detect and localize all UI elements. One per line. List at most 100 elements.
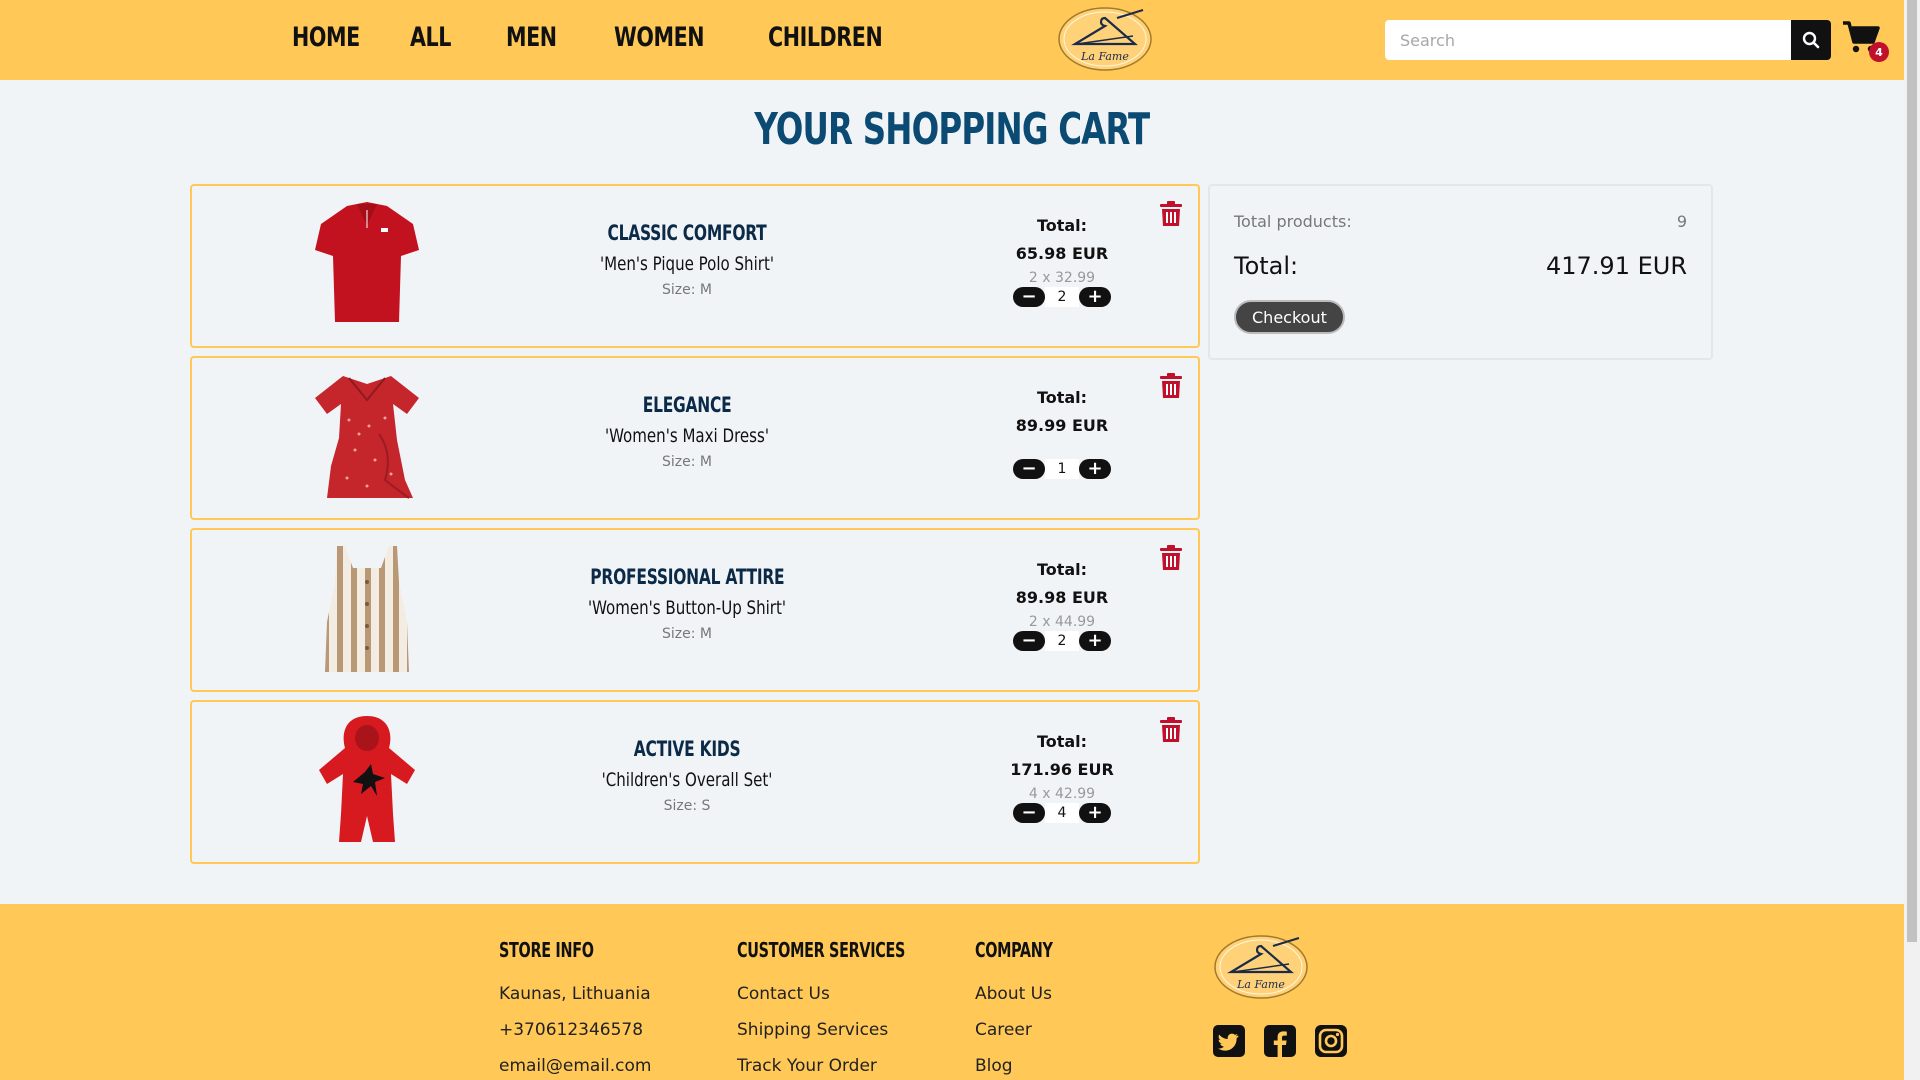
item-total-value: 171.96 EUR <box>1010 760 1114 779</box>
nav-all[interactable]: ALL <box>410 22 451 53</box>
product-image-dress[interactable] <box>309 370 425 502</box>
plus-icon: + <box>1087 286 1103 307</box>
header-logo[interactable]: La Fame <box>1057 6 1153 72</box>
total-products-label: Total products: <box>1234 212 1352 231</box>
item-price: Total: 89.98 EUR 2 x 44.99 − 2 + <box>992 560 1132 651</box>
svg-text:La Fame: La Fame <box>1080 50 1129 63</box>
svg-text:La Fame: La Fame <box>1236 978 1285 991</box>
nav-children[interactable]: CHILDREN <box>768 22 883 53</box>
item-price: Total: 65.98 EUR 2 x 32.99 − 2 + <box>992 216 1132 307</box>
increase-quantity-button[interactable]: + <box>1079 287 1111 307</box>
product-image-striped-shirt[interactable] <box>309 542 425 674</box>
footer-link-about-us[interactable]: About Us <box>975 976 1072 1012</box>
minus-icon: − <box>1021 458 1037 479</box>
footer-link-shipping[interactable]: Shipping Services <box>737 1012 947 1048</box>
page-title: YOUR SHOPPING CART <box>754 104 1150 155</box>
item-brand: Active Kids <box>633 737 741 761</box>
total-products-count: 9 <box>1676 212 1687 231</box>
minus-icon: − <box>1021 630 1037 651</box>
total-products-row: Total products: 9 <box>1234 212 1687 231</box>
item-price: Total: 171.96 EUR 4 x 42.99 − 4 + <box>992 732 1132 823</box>
quantity-value[interactable]: 2 <box>1045 287 1079 307</box>
item-brand: Classic Comfort <box>607 221 767 245</box>
item-name[interactable]: 'Men's Pique Polo Shirt' <box>542 253 832 275</box>
footer-link-blog[interactable]: Blog <box>975 1048 1072 1080</box>
product-image-polo[interactable] <box>309 198 425 330</box>
item-unit-price <box>992 442 1132 458</box>
decrease-quantity-button[interactable]: − <box>1013 459 1045 479</box>
increase-quantity-button[interactable]: + <box>1079 459 1111 479</box>
decrease-quantity-button[interactable]: − <box>1013 631 1045 651</box>
cart-item: Active Kids 'Children's Overall Set' Siz… <box>190 700 1200 864</box>
decrease-quantity-button[interactable]: − <box>1013 287 1045 307</box>
remove-item-button[interactable] <box>1160 717 1182 743</box>
footer-link-contact-us[interactable]: Contact Us <box>737 976 947 1012</box>
social-links <box>1212 1024 1365 1058</box>
footer-address: Kaunas, Lithuania <box>499 984 651 1004</box>
item-unit-price: 2 x 32.99 <box>1028 270 1096 286</box>
quantity-value[interactable]: 1 <box>1045 459 1079 479</box>
increase-quantity-button[interactable]: + <box>1079 803 1111 823</box>
nav-home[interactable]: HOME <box>292 22 360 53</box>
nav-men[interactable]: MEN <box>506 22 557 53</box>
item-unit-price: 4 x 42.99 <box>1028 786 1096 802</box>
cart-count-badge: 4 <box>1869 42 1889 62</box>
logo-hanger-icon: La Fame <box>1214 935 1308 999</box>
footer-heading: Company <box>975 938 1053 962</box>
plus-icon: + <box>1087 630 1103 651</box>
item-details: Professional Attire 'Women's Button-Up S… <box>522 565 852 642</box>
twitter-icon[interactable] <box>1212 1024 1246 1058</box>
item-total-value: 89.99 EUR <box>1015 416 1109 435</box>
cart-item: Elegance 'Women's Maxi Dress' Size: M To… <box>190 356 1200 520</box>
instagram-icon[interactable] <box>1314 1024 1348 1058</box>
item-details: Elegance 'Women's Maxi Dress' Size: M <box>522 393 852 470</box>
search-button[interactable] <box>1791 20 1831 60</box>
minus-icon: − <box>1021 802 1037 823</box>
remove-item-button[interactable] <box>1160 545 1182 571</box>
scrollbar-thumb[interactable] <box>1907 0 1917 942</box>
item-name[interactable]: 'Children's Overall Set' <box>542 769 832 791</box>
search-input[interactable] <box>1385 20 1791 60</box>
trash-icon <box>1160 201 1182 226</box>
facebook-icon[interactable] <box>1263 1024 1297 1058</box>
logo-hanger-icon: La Fame <box>1058 7 1152 71</box>
footer-link-track-order[interactable]: Track Your Order <box>737 1048 947 1080</box>
quantity-value[interactable]: 4 <box>1045 803 1079 823</box>
item-size: Size: M <box>662 282 712 298</box>
page-scrollbar[interactable] <box>1904 0 1920 1080</box>
item-details: Classic Comfort 'Men's Pique Polo Shirt'… <box>522 221 852 298</box>
cart-button[interactable]: 4 <box>1843 20 1889 62</box>
decrease-quantity-button[interactable]: − <box>1013 803 1045 823</box>
footer-link-career[interactable]: Career <box>975 1012 1072 1048</box>
remove-item-button[interactable] <box>1160 373 1182 399</box>
footer-company: Company About Us Career Blog <box>975 938 1072 1080</box>
checkout-button[interactable]: Checkout <box>1234 300 1345 334</box>
search-bar <box>1385 20 1831 60</box>
plus-icon: + <box>1087 458 1103 479</box>
search-icon <box>1802 31 1820 49</box>
item-brand: Elegance <box>642 393 732 417</box>
nav-women[interactable]: WOMEN <box>614 22 705 53</box>
footer-phone[interactable]: +370612346578 <box>499 1012 651 1048</box>
item-total-label: Total: <box>1036 732 1088 751</box>
footer-logo[interactable]: La Fame <box>1213 934 1309 1000</box>
total-price-value: 417.91 EUR <box>1545 252 1687 280</box>
footer-email[interactable]: email@email.com <box>499 1048 651 1080</box>
footer-store-info: Store Info Kaunas, Lithuania +3706123465… <box>499 938 651 1080</box>
quantity-stepper: − 2 + <box>992 287 1132 307</box>
product-image-romper[interactable] <box>309 714 425 846</box>
footer-customer-services: Customer Services Contact Us Shipping Se… <box>737 938 947 1080</box>
cart-item: Classic Comfort 'Men's Pique Polo Shirt'… <box>190 184 1200 348</box>
item-total-label: Total: <box>1036 216 1088 235</box>
item-name[interactable]: 'Women's Maxi Dress' <box>542 425 832 447</box>
remove-item-button[interactable] <box>1160 201 1182 227</box>
item-total-label: Total: <box>1036 388 1088 407</box>
quantity-value[interactable]: 2 <box>1045 631 1079 651</box>
cart-item: Professional Attire 'Women's Button-Up S… <box>190 528 1200 692</box>
footer-heading: Store Info <box>499 938 594 962</box>
increase-quantity-button[interactable]: + <box>1079 631 1111 651</box>
main-nav: HOME ALL MEN WOMEN CHILDREN <box>292 22 950 53</box>
item-size: Size: M <box>662 626 712 642</box>
quantity-stepper: − 2 + <box>992 631 1132 651</box>
item-name[interactable]: 'Women's Button-Up Shirt' <box>542 597 832 619</box>
